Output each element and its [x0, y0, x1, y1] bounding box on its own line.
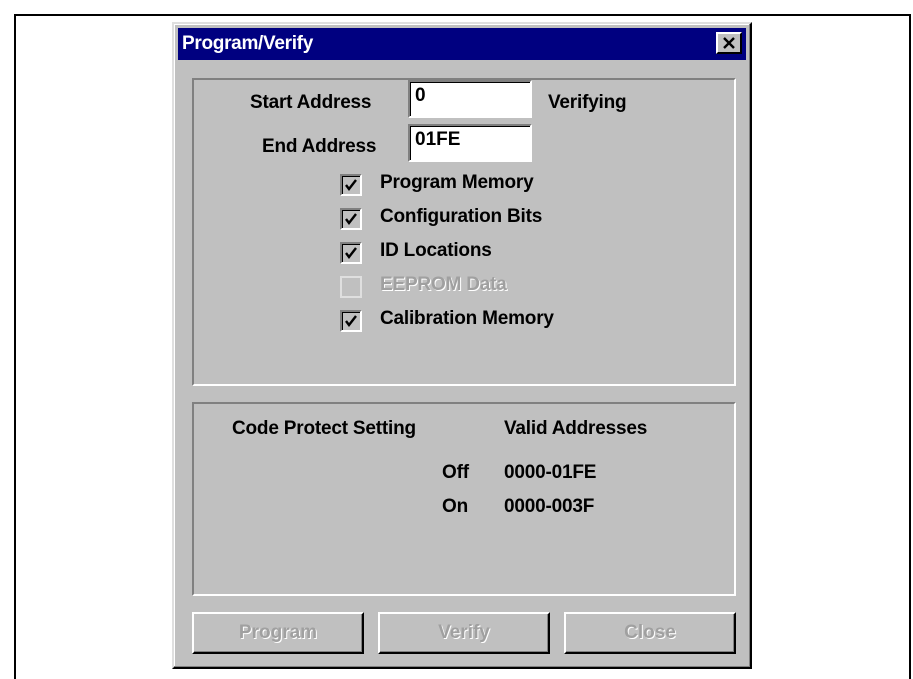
program-verify-dialog: Program/Verify Start Address 0 Verifying… — [172, 22, 752, 669]
checkbox-label: Program Memory — [380, 172, 534, 193]
title-bar[interactable]: Program/Verify — [178, 28, 746, 60]
start-address-label: Start Address — [250, 92, 372, 113]
verify-button[interactable]: Verify — [378, 612, 550, 654]
checkbox-label: Configuration Bits — [380, 206, 543, 227]
checkbox-label: EEPROM Data — [380, 274, 507, 295]
protect-setting-off: Off — [442, 462, 469, 483]
checkbox-box[interactable] — [340, 208, 362, 230]
code-protect-header: Code Protect Setting — [232, 418, 416, 439]
valid-addresses-header: Valid Addresses — [504, 418, 648, 439]
close-button[interactable]: Close — [564, 612, 736, 654]
address-options-group: Start Address 0 Verifying End Address 01… — [192, 78, 736, 386]
protect-setting-on: On — [442, 496, 468, 517]
end-address-label: End Address — [262, 136, 377, 157]
window-title: Program/Verify — [182, 33, 313, 54]
checkbox-label: ID Locations — [380, 240, 492, 261]
close-icon[interactable] — [716, 32, 742, 54]
valid-range-off: 0000-01FE — [504, 462, 597, 483]
checkbox-box[interactable] — [340, 174, 362, 196]
program-button[interactable]: Program — [192, 612, 364, 654]
code-protect-group: Code Protect Setting Valid Addresses Off… — [192, 402, 736, 596]
valid-range-on: 0000-003F — [504, 496, 595, 517]
start-address-field[interactable]: 0 — [408, 80, 532, 118]
checkbox-label: Calibration Memory — [380, 308, 554, 329]
checkbox-box[interactable] — [340, 242, 362, 264]
end-address-field[interactable]: 01FE — [408, 124, 532, 162]
checkbox-box[interactable] — [340, 310, 362, 332]
status-text: Verifying — [548, 92, 627, 113]
checkbox-box — [340, 276, 362, 298]
